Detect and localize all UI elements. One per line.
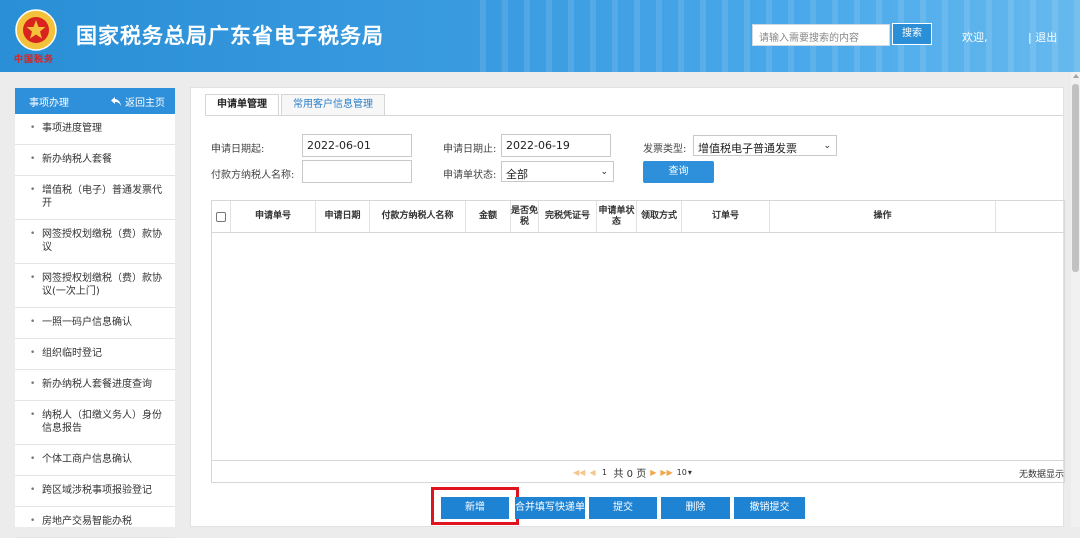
sidebar-item-progress[interactable]: 事项进度管理	[15, 114, 175, 145]
query-button[interactable]: 查询	[643, 161, 714, 183]
col-tax-exempt: 是否免税	[511, 201, 539, 232]
col-application-status: 申请单状态	[597, 201, 637, 232]
search-button[interactable]: 搜索	[892, 23, 932, 45]
main-panel: 申请单管理 常用客户信息管理 申请日期起: 2022-06-01 申请日期止: …	[190, 87, 1065, 527]
table-footer: ◀◀ ◀ 1 共 0 页 ▶ ▶▶ 10 ▾ 无数据显示	[212, 460, 1064, 482]
tab-application-management[interactable]: 申请单管理	[205, 94, 279, 116]
col-order-no: 订单号	[682, 201, 770, 232]
sidebar-item-identity-report[interactable]: 纳税人（扣缴义务人）身份信息报告	[15, 401, 175, 445]
start-date-label: 申请日期起:	[211, 144, 265, 155]
submit-button[interactable]: 提交	[589, 497, 657, 519]
sidebar-item-package-progress-query[interactable]: 新办纳税人套餐进度查询	[15, 370, 175, 401]
logout-link[interactable]: | 退出	[1028, 29, 1057, 45]
status-select[interactable]: 全部 ⌄	[501, 161, 614, 182]
application-table: 申请单号 申请日期 付款方纳税人名称 金额 是否免税 完税凭证号 申请单状态 领…	[211, 200, 1065, 483]
payer-name-label: 付款方纳税人名称:	[211, 170, 295, 181]
scroll-up-icon[interactable]	[1073, 74, 1079, 78]
welcome-text: 欢迎,	[962, 31, 988, 44]
end-date-label: 申请日期止:	[443, 144, 497, 155]
return-home-link[interactable]: 返回主页	[111, 94, 165, 109]
scrollbar-thumb[interactable]	[1072, 84, 1079, 272]
pagination: ◀◀ ◀ 1 共 0 页 ▶ ▶▶ 10 ▾	[573, 465, 692, 480]
col-tax-certificate-no: 完税凭证号	[539, 201, 597, 232]
invoice-type-select[interactable]: 增值税电子普通发票 ⌄	[693, 135, 837, 156]
tab-customer-info-management[interactable]: 常用客户信息管理	[281, 94, 385, 116]
sidebar-item-new-taxpayer-package[interactable]: 新办纳税人套餐	[15, 145, 175, 176]
invoice-type-label: 发票类型:	[643, 144, 687, 155]
end-date-input[interactable]: 2022-06-19	[501, 134, 611, 157]
sidebar-item-real-estate-tax[interactable]: 房地产交易智能办税	[15, 507, 175, 538]
col-operations: 操作	[770, 201, 996, 232]
tab-divider	[205, 115, 1063, 116]
col-payer-name: 付款方纳税人名称	[370, 201, 466, 232]
page-size-select[interactable]: 10 ▾	[677, 468, 692, 477]
sidebar-title: 事项办理	[29, 97, 69, 109]
top-header: 中国税务 国家税务总局广东省电子税务局 请输入需要搜索的内容 搜索 欢迎, | …	[0, 0, 1080, 72]
total-pages: 共 0 页	[613, 469, 647, 480]
sidebar-item-vat-invoice-issuing[interactable]: 增值税（电子）普通发票代开	[15, 176, 175, 220]
current-page[interactable]: 1	[599, 468, 609, 477]
delete-button[interactable]: 删除	[661, 497, 730, 519]
first-page-icon[interactable]: ◀◀	[573, 468, 585, 477]
last-page-icon[interactable]: ▶▶	[660, 468, 672, 477]
col-application-no: 申请单号	[231, 201, 316, 232]
start-date-input[interactable]: 2022-06-01	[302, 134, 412, 157]
tax-emblem-icon	[15, 9, 57, 51]
back-arrow-icon	[111, 96, 121, 106]
site-title: 国家税务总局广东省电子税务局	[76, 24, 384, 48]
col-spacer	[996, 201, 1064, 232]
sidebar-header: 事项办理 返回主页	[15, 88, 175, 114]
invoice-type-value: 增值税电子普通发票	[698, 142, 797, 155]
sidebar: 事项办理 返回主页 事项进度管理 新办纳税人套餐 增值税（电子）普通发票代开 网…	[15, 88, 175, 538]
revoke-submit-button[interactable]: 撤销提交	[734, 497, 805, 519]
col-amount: 金额	[466, 201, 511, 232]
chevron-down-icon: ⌄	[600, 167, 608, 177]
chevron-down-icon: ▾	[687, 468, 692, 477]
search-input[interactable]: 请输入需要搜索的内容	[752, 24, 890, 46]
prev-page-icon[interactable]: ◀	[589, 468, 595, 477]
empty-table-message: 无数据显示	[1018, 470, 1064, 480]
payer-name-input[interactable]	[302, 160, 412, 183]
select-all-checkbox[interactable]	[216, 211, 226, 222]
sidebar-item-individual-business-confirm[interactable]: 个体工商户信息确认	[15, 445, 175, 476]
col-pickup-method: 领取方式	[637, 201, 682, 232]
status-value: 全部	[506, 168, 528, 181]
merge-express-button[interactable]: 合并填写快递单	[515, 497, 585, 519]
sidebar-item-temporary-registration[interactable]: 组织临时登记	[15, 339, 175, 370]
select-all-cell	[212, 201, 231, 232]
tab-bar: 申请单管理 常用客户信息管理	[205, 94, 385, 116]
return-home-label: 返回主页	[125, 97, 165, 109]
status-label: 申请单状态:	[443, 170, 497, 181]
page-scrollbar[interactable]	[1071, 72, 1080, 527]
sidebar-item-license-info-confirm[interactable]: 一照一码户信息确认	[15, 308, 175, 339]
sidebar-item-online-debit-agreement-one-visit[interactable]: 网签授权划缴税（费）款协议(一次上门)	[15, 264, 175, 308]
sidebar-menu: 事项进度管理 新办纳税人套餐 增值税（电子）普通发票代开 网签授权划缴税（费）款…	[15, 114, 175, 538]
next-page-icon[interactable]: ▶	[650, 468, 656, 477]
sidebar-item-online-debit-agreement[interactable]: 网签授权划缴税（费）款协议	[15, 220, 175, 264]
col-application-date: 申请日期	[316, 201, 370, 232]
page-size-value: 10	[676, 468, 687, 477]
table-header: 申请单号 申请日期 付款方纳税人名称 金额 是否免税 完税凭证号 申请单状态 领…	[212, 201, 1064, 233]
chevron-down-icon: ⌄	[823, 141, 831, 151]
highlight-annotation-box	[431, 487, 519, 525]
sidebar-item-cross-region-registration[interactable]: 跨区域涉税事项报验登记	[15, 476, 175, 507]
emblem-caption: 中国税务	[14, 55, 55, 65]
